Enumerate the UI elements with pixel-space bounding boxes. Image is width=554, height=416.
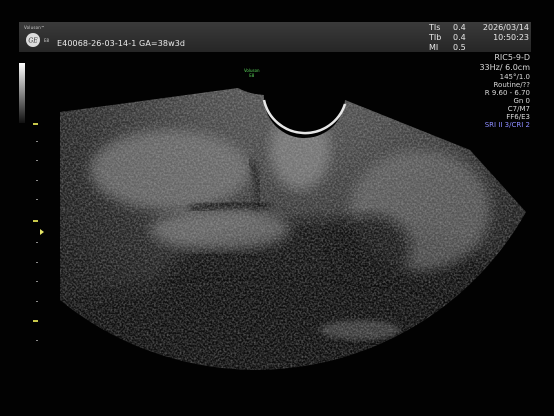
index-mi: MI 0.5 bbox=[429, 43, 466, 52]
grayscale-bar bbox=[19, 63, 25, 123]
index-tib: TIb 0.4 bbox=[429, 33, 466, 42]
patient-id: E40068-26-03-14-1 GA=38w3d bbox=[57, 39, 186, 48]
frequency-depth: 33Hz/ 6.0cm bbox=[479, 63, 530, 72]
badge-line2: E8 bbox=[249, 73, 255, 78]
preset-value: Routine/?? bbox=[493, 81, 531, 89]
mode-label: E8 bbox=[44, 38, 50, 43]
time-text: 10:50:23 bbox=[493, 33, 529, 42]
angle-value: 145°/1.0 bbox=[499, 73, 530, 81]
depth-scale-tick bbox=[36, 160, 38, 161]
depth-scale-tick bbox=[36, 281, 38, 282]
scan-parameters-panel: RIC5-9-D 33Hz/ 6.0cm 145°/1.0 Routine/??… bbox=[450, 53, 530, 129]
depth-scale-tick bbox=[36, 262, 38, 263]
depth-scale-tick bbox=[36, 180, 38, 181]
date-text: 2026/03/14 bbox=[482, 23, 529, 32]
ultrasound-screen: Voluson™ GE E8 E40068-26-03-14-1 GA=38w3… bbox=[0, 0, 554, 416]
voluson-badge: Voluson E8 bbox=[244, 68, 260, 78]
probe-name: RIC5-9-D bbox=[494, 53, 530, 62]
depth-scale-tick bbox=[36, 340, 38, 341]
ff-value: FF6/E3 bbox=[506, 113, 530, 121]
depth-scale-tick bbox=[36, 242, 38, 243]
svg-text:GE: GE bbox=[28, 38, 38, 45]
depth-scale-major-tick bbox=[33, 220, 38, 222]
depth-scale-major-tick bbox=[33, 320, 38, 322]
range-value: R 9.60 - 6.70 bbox=[484, 89, 530, 97]
safety-indices: TIs 0.4 TIb 0.4 MI 0.5 bbox=[429, 23, 466, 53]
focus-marker-icon[interactable] bbox=[40, 229, 44, 235]
depth-scale-tick bbox=[36, 199, 38, 200]
depth-scale-tick bbox=[36, 141, 38, 142]
depth-scale-major-tick bbox=[33, 123, 38, 125]
sri-value: SRI II 3/CRI 2 bbox=[484, 121, 530, 129]
depth-scale-tick bbox=[36, 301, 38, 302]
index-tis: TIs 0.4 bbox=[429, 23, 466, 32]
cm-value: C7/M7 bbox=[507, 105, 530, 113]
header-bar: Voluson™ GE E8 E40068-26-03-14-1 GA=38w3… bbox=[19, 22, 531, 52]
datetime: 2026/03/14 10:50:23 bbox=[483, 23, 529, 43]
ge-logo-icon: Voluson™ GE E8 bbox=[22, 25, 49, 48]
gain-value: Gn 0 bbox=[513, 97, 530, 105]
